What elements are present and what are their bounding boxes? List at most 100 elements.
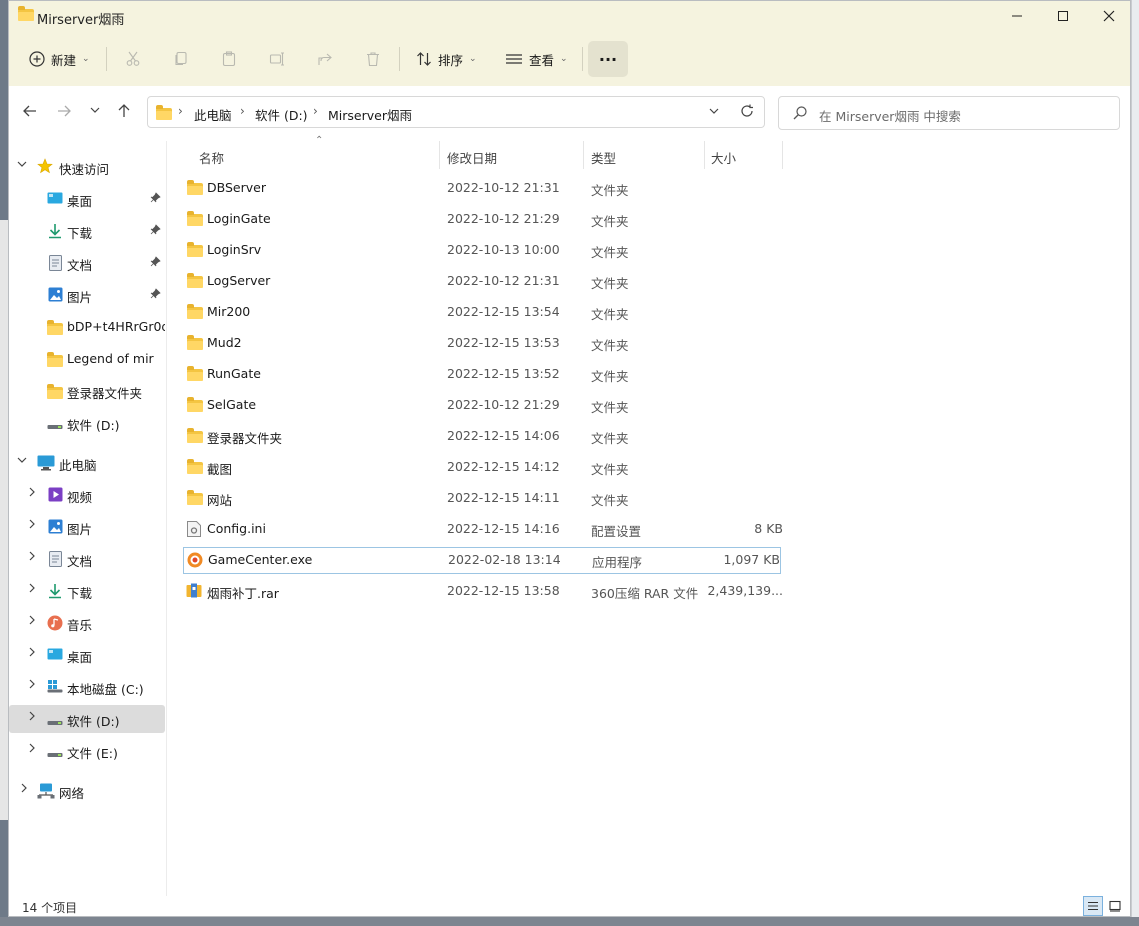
paste-button[interactable] <box>221 41 237 77</box>
file-row[interactable]: LogServer 2022-10-12 21:31 文件夹 <box>183 268 781 295</box>
refresh-icon <box>741 104 753 117</box>
file-row[interactable]: RunGate 2022-12-15 13:52 文件夹 <box>183 361 781 388</box>
sidebar-label: 音乐 <box>67 618 93 633</box>
column-resize-handle[interactable] <box>782 141 783 169</box>
file-row[interactable]: 截图 2022-12-15 14:12 文件夹 <box>183 454 781 481</box>
search-box[interactable]: 在 Mirserver烟雨 中搜索 <box>778 96 1120 130</box>
sidebar-item-downloads[interactable]: 下载 <box>9 217 165 245</box>
file-row-selected[interactable]: GameCenter.exe 2022-02-18 13:14 应用程序 1,0… <box>183 547 781 574</box>
close-button[interactable] <box>1086 1 1132 31</box>
column-resize-handle[interactable] <box>704 141 705 169</box>
sidebar-item-folder[interactable]: Legend of mir <box>9 345 165 373</box>
file-row[interactable]: SelGate 2022-10-12 21:29 文件夹 <box>183 392 781 419</box>
sidebar-label: 文档 <box>67 554 93 569</box>
pin-icon[interactable] <box>150 288 161 302</box>
sidebar-item-music[interactable]: 音乐 <box>9 609 165 637</box>
file-row[interactable]: 烟雨补丁.rar 2022-12-15 13:58 360压缩 RAR 文件 2… <box>183 578 783 605</box>
column-header-type[interactable]: 类型 <box>591 148 616 167</box>
chevron-right-icon[interactable] <box>27 743 37 756</box>
navigation-bar: › 此电脑 › 软件 (D:) › Mirserver烟雨 在 Mirserve… <box>9 86 1130 132</box>
window-title: Mirserver烟雨 <box>37 13 125 28</box>
pin-icon[interactable] <box>150 256 161 270</box>
sidebar-item-drive-c[interactable]: 本地磁盘 (C:) <box>9 673 165 701</box>
pin-icon[interactable] <box>150 224 161 238</box>
column-resize-handle[interactable] <box>439 141 440 169</box>
column-header-date[interactable]: 修改日期 <box>447 148 497 167</box>
sidebar-label: 快速访问 <box>59 162 110 177</box>
chevron-right-icon[interactable] <box>27 519 37 532</box>
more-options-button[interactable]: ··· <box>588 41 628 77</box>
view-button[interactable]: 查看 ⌄ <box>505 41 568 77</box>
up-button[interactable] <box>117 103 131 122</box>
sidebar-item-videos[interactable]: 视频 <box>9 481 165 509</box>
pane-divider[interactable] <box>166 141 167 896</box>
column-resize-handle[interactable] <box>583 141 584 169</box>
details-view-button[interactable] <box>1083 896 1103 916</box>
sidebar-item-documents[interactable]: 文档 <box>9 545 165 573</box>
recent-locations-button[interactable] <box>90 102 100 121</box>
sidebar-item-network[interactable]: 网络 <box>9 777 165 805</box>
sidebar-item-pictures[interactable]: 图片 <box>9 513 165 541</box>
sidebar-item-desktop[interactable]: 桌面 <box>9 641 165 669</box>
network-icon <box>37 783 55 802</box>
sidebar-item-folder[interactable]: 登录器文件夹 <box>9 377 165 405</box>
folder-icon <box>187 459 203 474</box>
chevron-down-icon[interactable] <box>17 455 27 468</box>
sidebar-item-pictures[interactable]: 图片 <box>9 281 165 309</box>
title-bar[interactable]: Mirserver烟雨 <box>9 1 1130 31</box>
chevron-right-icon[interactable] <box>19 783 29 796</box>
file-row[interactable]: Config.ini 2022-12-15 14:16 配置设置 8 KB <box>183 516 783 543</box>
thumbnails-view-button[interactable] <box>1105 896 1125 916</box>
file-row[interactable]: 登录器文件夹 2022-12-15 14:06 文件夹 <box>183 423 781 450</box>
copy-button[interactable] <box>173 41 189 77</box>
breadcrumb-drive-d[interactable]: 软件 (D:) <box>255 105 308 124</box>
address-history-button[interactable] <box>708 105 720 120</box>
breadcrumb-this-pc[interactable]: 此电脑 <box>194 105 232 124</box>
file-row[interactable]: 网站 2022-12-15 14:11 文件夹 <box>183 485 781 512</box>
delete-button[interactable] <box>365 41 381 77</box>
chevron-right-icon[interactable] <box>27 583 37 596</box>
file-name: 截图 <box>207 462 233 477</box>
sidebar-label: 软件 (D:) <box>67 418 120 433</box>
forward-button[interactable] <box>57 103 71 122</box>
chevron-right-icon[interactable] <box>27 711 37 724</box>
chevron-right-icon[interactable] <box>27 487 37 500</box>
sidebar-item-drive-d[interactable]: 软件 (D:) <box>9 705 165 733</box>
sidebar-item-this-pc[interactable]: 此电脑 <box>9 449 165 477</box>
minimize-button[interactable] <box>994 1 1040 31</box>
sidebar-item-quick-access[interactable]: 快速访问 <box>9 153 165 181</box>
new-button[interactable]: 新建 ⌄ <box>29 41 90 77</box>
sidebar-item-desktop[interactable]: 桌面 <box>9 185 165 213</box>
chevron-right-icon[interactable] <box>27 551 37 564</box>
file-row[interactable]: LoginGate 2022-10-12 21:29 文件夹 <box>183 206 781 233</box>
rename-button[interactable] <box>269 41 285 77</box>
share-button[interactable] <box>317 41 333 77</box>
chevron-right-icon[interactable] <box>27 679 37 692</box>
breadcrumb-current-folder[interactable]: Mirserver烟雨 <box>328 105 412 124</box>
file-name: RunGate <box>207 366 261 381</box>
file-row[interactable]: Mud2 2022-12-15 13:53 文件夹 <box>183 330 781 357</box>
file-row[interactable]: LoginSrv 2022-10-13 10:00 文件夹 <box>183 237 781 264</box>
back-button[interactable] <box>23 103 37 122</box>
file-explorer-window: Mirserver烟雨 新建 ⌄ 排序 ⌄ 查看 ⌄ ··· › 此电脑 › 软… <box>8 0 1131 917</box>
file-row[interactable]: DBServer 2022-10-12 21:31 文件夹 <box>183 175 781 202</box>
sidebar-item-documents[interactable]: 文档 <box>9 249 165 277</box>
chevron-right-icon[interactable] <box>27 615 37 628</box>
chevron-right-icon[interactable] <box>27 647 37 660</box>
column-header-size[interactable]: 大小 <box>711 148 736 167</box>
address-bar[interactable]: › 此电脑 › 软件 (D:) › Mirserver烟雨 <box>147 96 765 128</box>
chevron-down-icon[interactable] <box>17 159 27 172</box>
sidebar-item-folder[interactable]: bDP+t4HRrGr0qc <box>9 313 165 341</box>
maximize-button[interactable] <box>1040 1 1086 31</box>
sidebar-item-drive-d[interactable]: 软件 (D:) <box>9 409 165 437</box>
file-row[interactable]: Mir200 2022-12-15 13:54 文件夹 <box>183 299 781 326</box>
file-date: 2022-12-15 13:52 <box>447 366 560 381</box>
sort-button[interactable]: 排序 ⌄ <box>416 41 477 77</box>
view-toggle <box>1083 896 1125 916</box>
cut-button[interactable] <box>125 41 141 77</box>
sidebar-item-drive-e[interactable]: 文件 (E:) <box>9 737 165 765</box>
column-header-name[interactable]: 名称 <box>199 148 224 167</box>
refresh-button[interactable] <box>740 104 754 121</box>
pin-icon[interactable] <box>150 192 161 206</box>
sidebar-item-downloads[interactable]: 下载 <box>9 577 165 605</box>
